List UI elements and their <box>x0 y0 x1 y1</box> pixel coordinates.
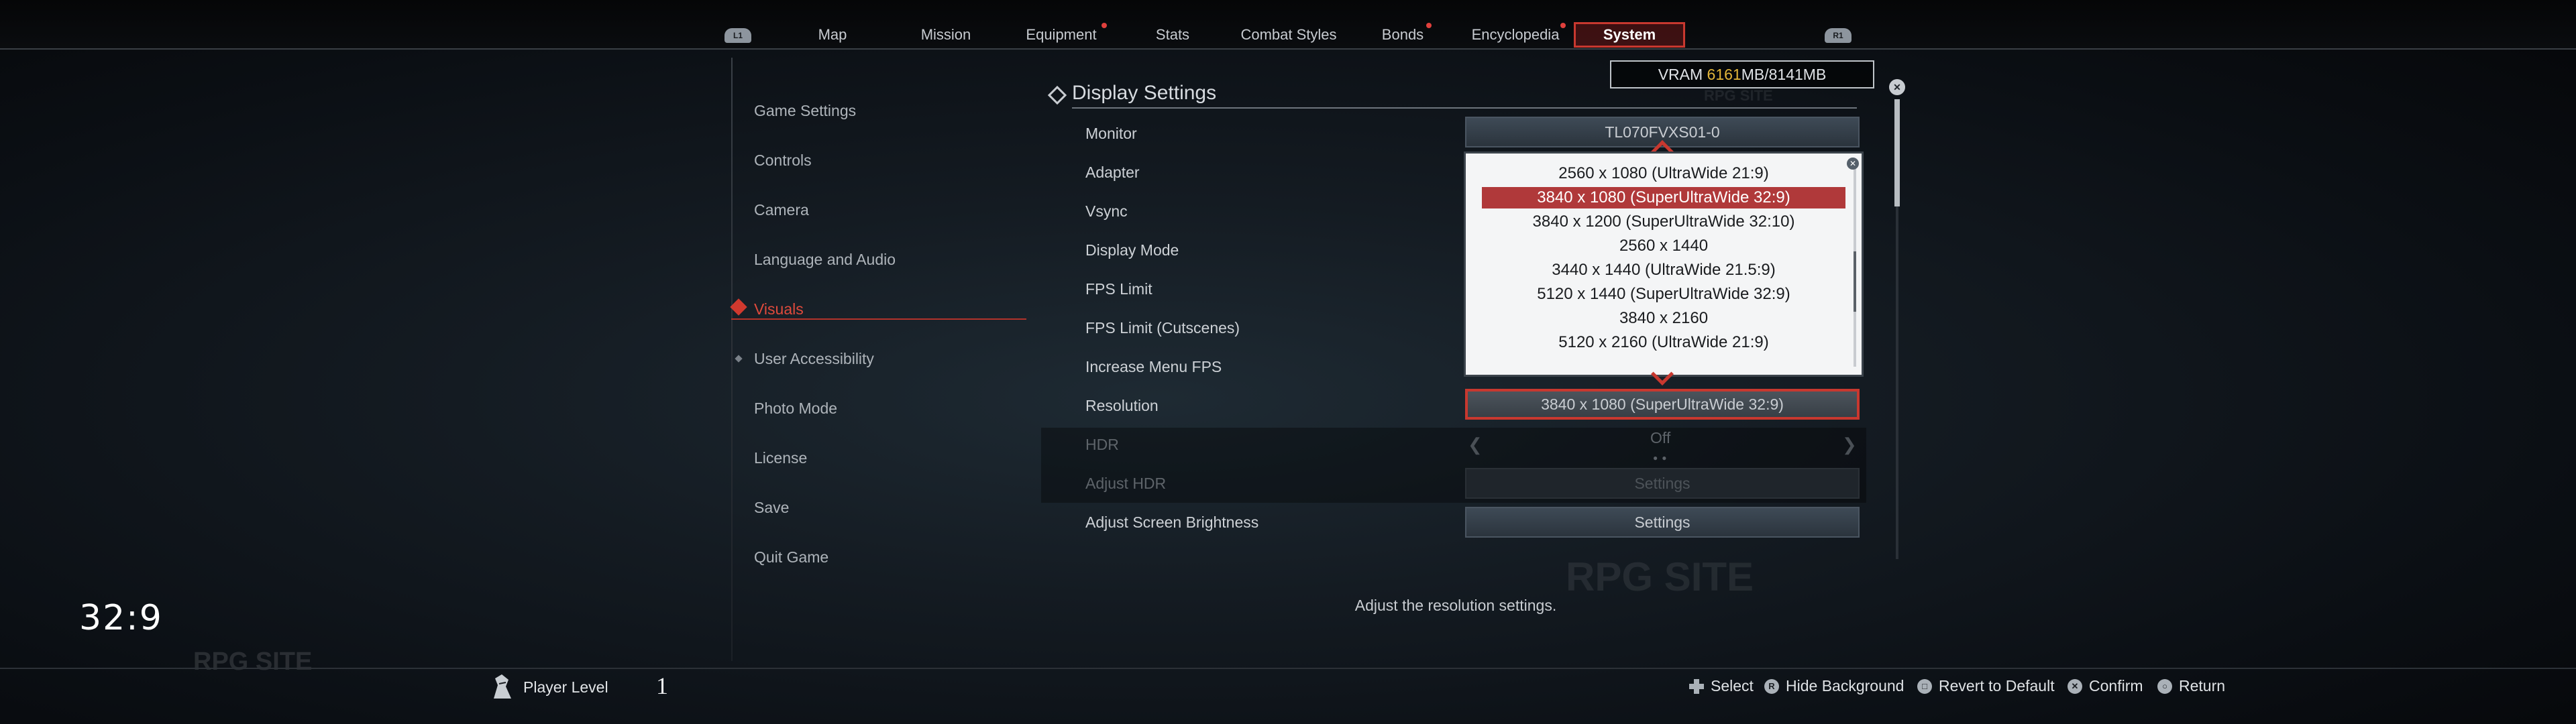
dropdown-option[interactable]: 3840 x 1200 (SuperUltraWide 32:10) <box>1466 211 1862 233</box>
sidebar-item-controls[interactable]: Controls <box>754 152 812 170</box>
hint-revert-default[interactable]: □ Revert to Default <box>1917 677 2055 695</box>
tab-equipment[interactable]: Equipment <box>1022 20 1107 50</box>
adjust-brightness-button[interactable]: Settings <box>1465 507 1860 538</box>
setting-label-hdr: HDR <box>1085 436 1119 453</box>
dropdown-option[interactable]: 2560 x 1080 (UltraWide 21:9) <box>1466 163 1862 184</box>
resolution-select[interactable]: 3840 x 1080 (SuperUltraWide 32:9) <box>1465 389 1860 420</box>
hdr-left-arrow-icon: ❮ <box>1468 434 1483 455</box>
square-button-icon: □ <box>1917 678 1932 694</box>
sidebar-active-underline <box>731 318 1026 320</box>
resolution-dropdown: 2560 x 1080 (UltraWide 21:9) 3840 x 1080… <box>1464 152 1864 377</box>
sidebar-item-save[interactable]: Save <box>754 499 789 517</box>
tab-system[interactable]: System <box>1574 22 1685 48</box>
vram-used: 6161 <box>1707 65 1741 83</box>
sidebar-item-license[interactable]: License <box>754 449 807 467</box>
section-title: Display Settings <box>1072 82 1217 104</box>
setting-label-adjust-hdr: Adjust HDR <box>1085 475 1167 492</box>
hint-confirm[interactable]: ✕ Confirm <box>2068 677 2143 695</box>
sidebar-item-photo-mode[interactable]: Photo Mode <box>754 400 837 418</box>
hdr-value: Off <box>1650 429 1671 446</box>
hdr-page-dots-icon: ●● <box>1653 453 1671 463</box>
section-divider <box>1072 107 1857 109</box>
dropdown-option[interactable]: 3840 x 2160 <box>1466 308 1862 329</box>
circle-button-icon: ○ <box>2157 678 2172 694</box>
setting-label-display-mode[interactable]: Display Mode <box>1085 241 1179 259</box>
sidebar-divider <box>731 58 733 661</box>
close-icon[interactable]: ✕ <box>1889 79 1905 95</box>
vram-label: VRAM <box>1658 65 1703 83</box>
dropdown-option[interactable]: 5120 x 2160 (UltraWide 21:9) <box>1466 332 1862 353</box>
l1-shoulder-icon[interactable]: L1 <box>724 28 751 43</box>
sidebar-dot-icon <box>735 355 743 363</box>
sidebar-item-user-accessibility[interactable]: User Accessibility <box>754 350 874 368</box>
aspect-ratio-label: 32:9 <box>79 598 163 638</box>
vram-indicator: VRAM 6161 MB/8141 MB <box>1610 60 1874 88</box>
active-marker-icon <box>730 298 747 316</box>
hdr-row <box>1041 428 1866 465</box>
tab-mission[interactable]: Mission <box>912 20 979 50</box>
sidebar-item-language-audio[interactable]: Language and Audio <box>754 251 896 269</box>
sidebar-item-game-settings[interactable]: Game Settings <box>754 102 856 120</box>
player-level-value: 1 <box>656 672 668 699</box>
dropdown-option[interactable]: 3440 x 1440 (UltraWide 21.5:9) <box>1466 259 1862 281</box>
section-diamond-icon <box>1047 85 1067 105</box>
close-icon[interactable]: ✕ <box>1847 158 1859 170</box>
watermark: RPG SITE <box>1566 554 1754 599</box>
setting-label-fps-limit-cutscenes[interactable]: FPS Limit (Cutscenes) <box>1085 319 1240 337</box>
cross-button-icon: ✕ <box>2068 678 2082 694</box>
dropdown-option-selected[interactable]: 3840 x 1080 (SuperUltraWide 32:9) <box>1482 187 1845 208</box>
setting-label-monitor: Monitor <box>1085 125 1137 142</box>
player-level-icon <box>494 674 511 699</box>
vram-total: 8141 <box>1768 65 1803 83</box>
notification-dot-icon <box>1426 23 1432 28</box>
sidebar-item-visuals[interactable]: Visuals <box>754 300 804 318</box>
tab-bonds[interactable]: Bonds <box>1381 20 1432 50</box>
hdr-right-arrow-icon: ❯ <box>1842 434 1857 455</box>
hint-hide-background[interactable]: R Hide Background <box>1764 677 1904 695</box>
top-nav-bar: L1 Map Mission Equipment Stats Combat St… <box>0 0 2576 50</box>
r1-shoulder-icon[interactable]: R1 <box>1825 28 1851 43</box>
adjust-hdr-button: Settings <box>1465 468 1860 499</box>
notification-dot-icon <box>1560 23 1566 28</box>
sidebar-item-camera[interactable]: Camera <box>754 201 809 219</box>
setting-label-increase-menu-fps[interactable]: Increase Menu FPS <box>1085 358 1222 376</box>
watermark: RPG SITE <box>193 648 313 676</box>
tab-encyclopedia[interactable]: Encyclopedia <box>1472 20 1566 50</box>
notification-dot-icon <box>1102 23 1107 28</box>
dropdown-option[interactable]: 2560 x 1440 <box>1466 235 1862 257</box>
setting-label-adapter[interactable]: Adapter <box>1085 164 1140 182</box>
hint-return[interactable]: ○ Return <box>2157 677 2225 695</box>
setting-label-vsync[interactable]: Vsync <box>1085 202 1128 221</box>
hint-select[interactable]: Select <box>1689 677 1754 695</box>
setting-label-resolution: Resolution <box>1085 397 1159 414</box>
sidebar-item-quit-game[interactable]: Quit Game <box>754 548 828 566</box>
r-stick-icon: R <box>1764 678 1779 694</box>
setting-label-fps-limit[interactable]: FPS Limit <box>1085 280 1152 298</box>
dpad-icon <box>1689 678 1704 694</box>
setting-label-adjust-brightness: Adjust Screen Brightness <box>1085 514 1259 531</box>
tab-combat-styles[interactable]: Combat Styles <box>1238 20 1339 50</box>
dropdown-scroll-thumb[interactable] <box>1854 251 1856 312</box>
footer-divider <box>0 668 2576 669</box>
vram-unit: MB <box>1803 65 1827 83</box>
player-level-label: Player Level <box>523 678 608 696</box>
watermark: RPG SITE <box>1704 87 1773 104</box>
vram-unit: MB <box>1741 65 1765 83</box>
dropdown-option[interactable]: 5120 x 1440 (SuperUltraWide 32:9) <box>1466 284 1862 305</box>
tab-map[interactable]: Map <box>802 20 863 50</box>
tab-stats[interactable]: Stats <box>1152 20 1193 50</box>
settings-scroll-thumb[interactable] <box>1894 99 1900 206</box>
